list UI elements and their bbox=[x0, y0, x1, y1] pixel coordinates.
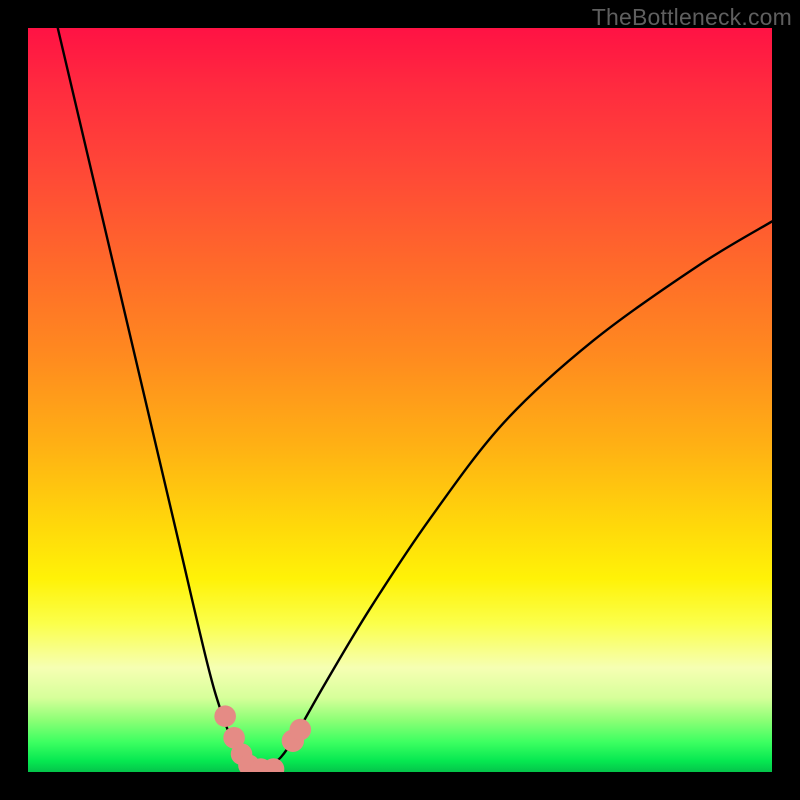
bottleneck-curve-left bbox=[58, 28, 255, 772]
highlight-dots bbox=[214, 705, 311, 772]
chart-frame: TheBottleneck.com bbox=[0, 0, 800, 800]
bottleneck-curve-right bbox=[255, 221, 772, 772]
watermark-text: TheBottleneck.com bbox=[592, 4, 792, 31]
highlight-dot bbox=[214, 705, 236, 727]
highlight-dot bbox=[290, 719, 312, 741]
curve-layer bbox=[28, 28, 772, 772]
gradient-plot-area bbox=[28, 28, 772, 772]
